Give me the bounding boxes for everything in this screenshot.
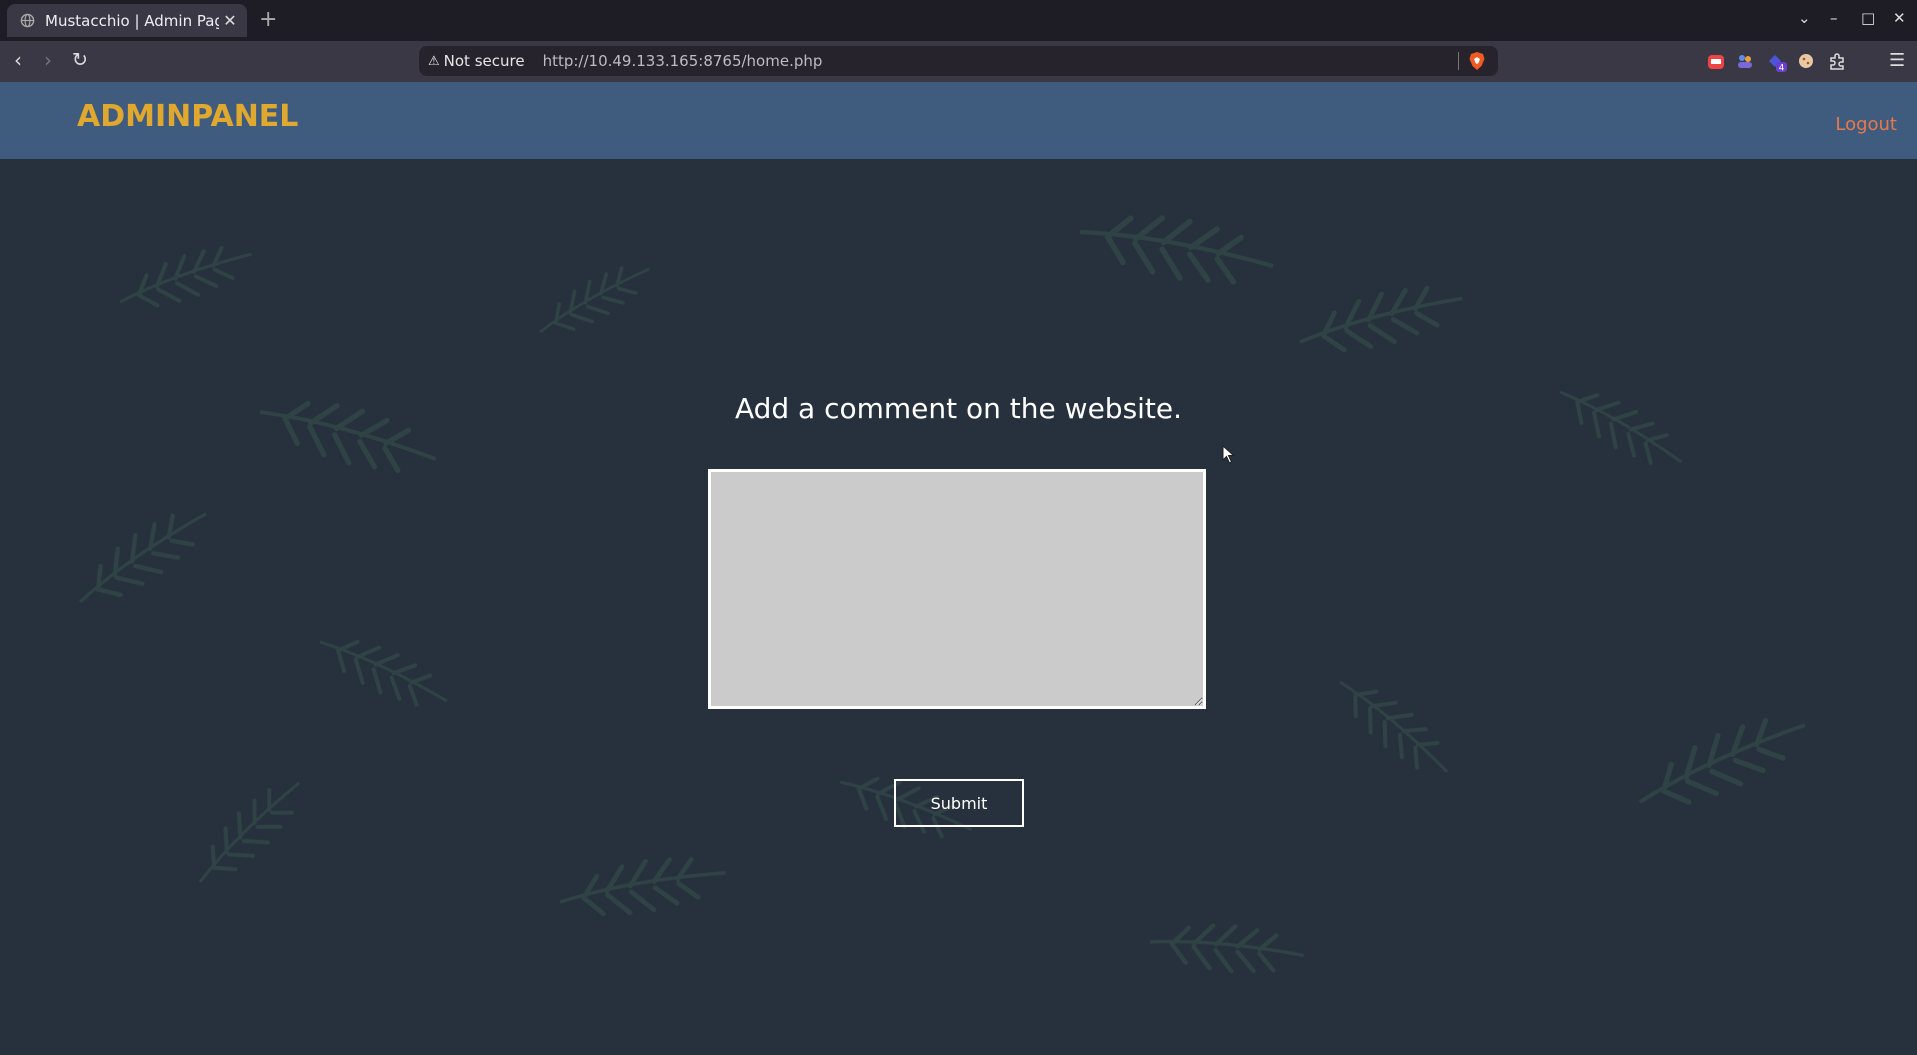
tab-list-icon[interactable]: ⌄: [1798, 9, 1811, 27]
logout-link[interactable]: Logout: [1835, 114, 1897, 135]
comment-textarea[interactable]: [708, 469, 1206, 709]
url-text[interactable]: http://10.49.133.165:8765/home.php: [543, 52, 823, 70]
mouse-cursor-icon: [1222, 445, 1235, 464]
window-close-icon[interactable]: ✕: [1893, 9, 1906, 27]
browser-tab[interactable]: Mustacchio | Admin Pag ✕: [7, 4, 247, 37]
page-viewport: ADMINPANEL Logout Add a comment on the w…: [0, 82, 1917, 1055]
new-tab-icon[interactable]: +: [259, 7, 277, 32]
minimize-icon[interactable]: –: [1830, 9, 1838, 27]
browser-tab-strip: Mustacchio | Admin Pag ✕ + ⌄ – □ ✕: [0, 0, 1917, 41]
extension-badge-icon[interactable]: 4: [1766, 51, 1788, 73]
address-bar[interactable]: ⚠ Not secure http://10.49.133.165:8765/h…: [419, 46, 1498, 76]
address-divider: [1458, 52, 1459, 70]
reload-icon[interactable]: ↻: [72, 49, 88, 71]
svg-text:4: 4: [1779, 64, 1785, 74]
tab-close-icon[interactable]: ✕: [219, 11, 241, 30]
security-label[interactable]: Not secure: [444, 52, 525, 70]
brand-logo[interactable]: ADMINPANEL: [77, 99, 298, 134]
extensions-puzzle-icon[interactable]: [1828, 52, 1847, 71]
page-heading: Add a comment on the website.: [734, 392, 1183, 425]
maximize-icon[interactable]: □: [1861, 9, 1875, 27]
submit-button[interactable]: Submit: [894, 779, 1024, 827]
menu-icon[interactable]: ☰: [1889, 50, 1905, 72]
globe-icon: [20, 13, 35, 28]
admin-navbar: ADMINPANEL Logout: [0, 82, 1917, 159]
browser-toolbar: ‹ › ↻ ⚠ Not secure http://10.49.133.165:…: [0, 41, 1917, 82]
extension-cookie-icon[interactable]: [1797, 52, 1815, 70]
back-icon[interactable]: ‹: [14, 49, 22, 71]
extension-people-icon[interactable]: [1736, 52, 1754, 70]
warning-icon[interactable]: ⚠: [428, 54, 440, 69]
tab-title: Mustacchio | Admin Pag: [45, 11, 219, 30]
extension-red-icon[interactable]: [1706, 51, 1726, 71]
brave-shields-icon[interactable]: [1468, 51, 1486, 71]
forward-icon[interactable]: ›: [44, 49, 52, 71]
